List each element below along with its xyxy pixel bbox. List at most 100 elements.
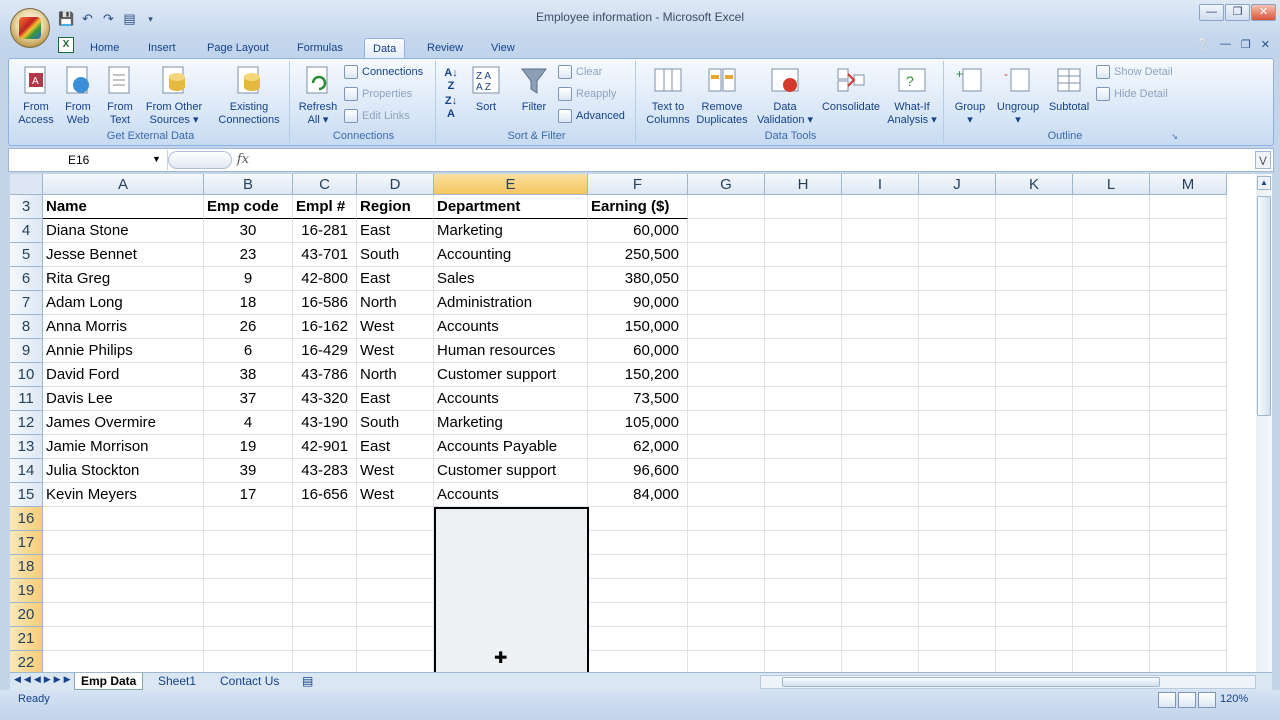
empty-cell[interactable] (1150, 579, 1227, 603)
data-cell[interactable]: Marketing (434, 411, 588, 435)
data-cell[interactable]: 43-701 (293, 243, 357, 267)
data-cell[interactable]: 23 (204, 243, 293, 267)
empty-cell[interactable] (842, 267, 919, 291)
data-cell[interactable]: Rita Greg (43, 267, 204, 291)
data-cell[interactable]: East (357, 267, 434, 291)
zoom-level[interactable]: 120% (1220, 693, 1248, 705)
empty-cell[interactable] (688, 387, 765, 411)
sort-za-button[interactable]: Z↓ A (440, 95, 462, 121)
empty-cell[interactable] (1073, 363, 1150, 387)
data-cell[interactable]: East (357, 219, 434, 243)
empty-cell[interactable] (1073, 339, 1150, 363)
data-cell[interactable]: 60,000 (588, 339, 688, 363)
empty-cell[interactable] (842, 363, 919, 387)
empty-cell[interactable] (357, 531, 434, 555)
data-cell[interactable]: Administration (434, 291, 588, 315)
empty-cell[interactable] (1150, 315, 1227, 339)
empty-cell[interactable] (996, 339, 1073, 363)
data-cell[interactable]: East (357, 435, 434, 459)
empty-cell[interactable] (204, 627, 293, 651)
empty-cell[interactable] (1150, 243, 1227, 267)
empty-cell[interactable] (688, 291, 765, 315)
empty-cell[interactable] (1150, 267, 1227, 291)
reapply-button[interactable]: Reapply (558, 87, 616, 101)
empty-cell[interactable] (204, 507, 293, 531)
empty-cell[interactable] (1073, 603, 1150, 627)
empty-cell[interactable] (919, 267, 996, 291)
empty-cell[interactable] (996, 411, 1073, 435)
column-header-j[interactable]: J (919, 174, 996, 195)
horizontal-scroll-thumb[interactable] (782, 677, 1160, 687)
vertical-scroll-thumb[interactable] (1257, 196, 1271, 416)
data-cell[interactable]: Jamie Morrison (43, 435, 204, 459)
data-cell[interactable]: 84,000 (588, 483, 688, 507)
consolidate-button[interactable]: Consolidate (818, 65, 884, 114)
data-cell[interactable]: 9 (204, 267, 293, 291)
empty-cell[interactable] (842, 387, 919, 411)
empty-cell[interactable] (919, 483, 996, 507)
empty-cell[interactable] (293, 651, 357, 674)
empty-cell[interactable] (1150, 387, 1227, 411)
normal-view-icon[interactable] (1158, 692, 1176, 708)
data-cell[interactable]: North (357, 363, 434, 387)
data-cell[interactable]: 96,600 (588, 459, 688, 483)
header-cell[interactable]: Region (357, 195, 434, 219)
empty-cell[interactable] (765, 195, 842, 219)
name-box-dropdown-icon[interactable]: ▼ (152, 154, 161, 164)
data-cell[interactable]: Accounts (434, 483, 588, 507)
empty-cell[interactable] (996, 579, 1073, 603)
data-cell[interactable]: 16-586 (293, 291, 357, 315)
empty-cell[interactable] (1073, 291, 1150, 315)
empty-cell[interactable] (688, 579, 765, 603)
empty-cell[interactable] (996, 195, 1073, 219)
empty-cell[interactable] (688, 243, 765, 267)
advanced-button[interactable]: Advanced (558, 109, 625, 123)
empty-cell[interactable] (1150, 603, 1227, 627)
page-break-view-icon[interactable] (1198, 692, 1216, 708)
column-header-i[interactable]: I (842, 174, 919, 195)
header-cell[interactable]: Department (434, 195, 588, 219)
sheet-tab-contact-us[interactable]: Contact Us (214, 673, 285, 690)
column-header-m[interactable]: M (1150, 174, 1227, 195)
empty-cell[interactable] (996, 603, 1073, 627)
tab-insert[interactable]: Insert (144, 38, 180, 58)
empty-cell[interactable] (996, 483, 1073, 507)
empty-cell[interactable] (919, 531, 996, 555)
empty-cell[interactable] (919, 603, 996, 627)
data-cell[interactable]: 90,000 (588, 291, 688, 315)
empty-cell[interactable] (43, 603, 204, 627)
data-cell[interactable]: 43-320 (293, 387, 357, 411)
data-cell[interactable]: Anna Morris (43, 315, 204, 339)
empty-cell[interactable] (919, 387, 996, 411)
empty-cell[interactable] (1073, 219, 1150, 243)
empty-cell[interactable] (43, 579, 204, 603)
data-cell[interactable]: 6 (204, 339, 293, 363)
empty-cell[interactable] (688, 435, 765, 459)
column-header-c[interactable]: C (293, 174, 357, 195)
row-header-10[interactable]: 10 (10, 363, 43, 387)
column-header-h[interactable]: H (765, 174, 842, 195)
data-cell[interactable]: 38 (204, 363, 293, 387)
row-header-8[interactable]: 8 (10, 315, 43, 339)
data-cell[interactable]: 16-656 (293, 483, 357, 507)
empty-cell[interactable] (996, 435, 1073, 459)
empty-cell[interactable] (1150, 459, 1227, 483)
empty-cell[interactable] (919, 627, 996, 651)
data-cell[interactable]: North (357, 291, 434, 315)
data-cell[interactable]: 30 (204, 219, 293, 243)
data-cell[interactable]: Julia Stockton (43, 459, 204, 483)
empty-cell[interactable] (1073, 267, 1150, 291)
empty-cell[interactable] (1073, 459, 1150, 483)
empty-cell[interactable] (765, 627, 842, 651)
empty-cell[interactable] (293, 531, 357, 555)
empty-cell[interactable] (357, 603, 434, 627)
data-cell[interactable]: 60,000 (588, 219, 688, 243)
empty-cell[interactable] (996, 291, 1073, 315)
data-cell[interactable]: 16-281 (293, 219, 357, 243)
column-header-g[interactable]: G (688, 174, 765, 195)
empty-cell[interactable] (919, 315, 996, 339)
data-cell[interactable]: 37 (204, 387, 293, 411)
column-header-f[interactable]: F (588, 174, 688, 195)
empty-cell[interactable] (43, 507, 204, 531)
empty-cell[interactable] (765, 435, 842, 459)
